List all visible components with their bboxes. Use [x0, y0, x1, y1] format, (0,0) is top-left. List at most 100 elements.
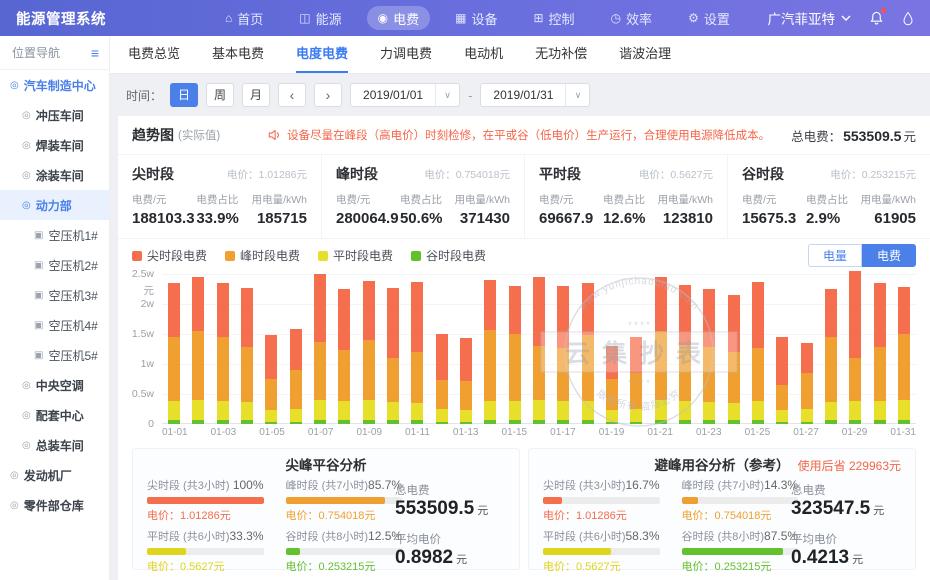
sidebar-item[interactable]: ◎中央空调 [0, 370, 109, 400]
bar-segment [484, 280, 496, 330]
nav-item[interactable]: ⌂首页 [214, 6, 274, 30]
legend-item[interactable]: 平时段电费 [318, 247, 393, 264]
bar-segment [192, 400, 204, 420]
granularity-button[interactable]: 日 [170, 83, 198, 107]
granularity-button[interactable]: 周 [206, 83, 234, 107]
bar[interactable] [527, 274, 551, 424]
bar[interactable] [722, 274, 746, 424]
bar[interactable] [697, 274, 721, 424]
bar[interactable] [624, 274, 648, 424]
sidebar-item[interactable]: ◎冲压车间 [0, 100, 109, 130]
tab[interactable]: 电度电费 [296, 36, 348, 73]
x-axis-label: 01-01 [162, 427, 188, 438]
tab[interactable]: 电费总览 [128, 36, 180, 73]
sidebar-item[interactable]: ◎发动机厂 [0, 460, 109, 490]
legend-item[interactable]: 谷时段电费 [411, 247, 486, 264]
sidebar-item[interactable]: ◎配套中心 [0, 400, 109, 430]
sidebar-item[interactable]: ▣空压机3# [0, 280, 109, 310]
bar-stack [703, 289, 715, 424]
metric: 用电量/kWh61905 [857, 192, 916, 227]
nav-item[interactable]: ◷效率 [600, 6, 664, 30]
bar[interactable] [308, 274, 332, 424]
bar[interactable] [211, 274, 235, 424]
tab[interactable]: 谐波治理 [619, 36, 671, 73]
pin-icon: ◎ [22, 440, 31, 451]
bar[interactable] [381, 274, 405, 424]
prev-period-button[interactable]: ‹ [278, 83, 306, 107]
bar[interactable] [259, 274, 283, 424]
bar[interactable] [770, 274, 794, 424]
bar[interactable] [576, 274, 600, 424]
sidebar-item[interactable]: ◎涂装车间 [0, 160, 109, 190]
collapse-icon[interactable]: ≡ [91, 45, 99, 61]
fee-icon: ◉ [378, 11, 388, 25]
legend-item[interactable]: 尖时段电费 [132, 247, 207, 264]
sidebar-item-label: 零件部仓库 [24, 497, 84, 514]
bar[interactable] [503, 274, 527, 424]
nav-item[interactable]: ▦设备 [444, 6, 508, 30]
company-dropdown[interactable]: 广汽菲亚特 [768, 8, 852, 28]
bar-stack [533, 277, 545, 424]
sidebar-item[interactable]: ▣空压机4# [0, 310, 109, 340]
nav-item[interactable]: ◫能源 [288, 6, 352, 30]
toggle-option[interactable]: 电量 [808, 244, 862, 267]
nav-item[interactable]: ⊞控制 [522, 6, 585, 30]
bar[interactable] [284, 274, 308, 424]
sidebar-item[interactable]: ▣空压机2# [0, 250, 109, 280]
bar-segment [217, 337, 229, 401]
bar[interactable] [819, 274, 843, 424]
sidebar-item[interactable]: ◎动力部 [0, 190, 109, 220]
sidebar-item[interactable]: ◎汽车制造中心 [0, 70, 109, 100]
bar[interactable] [843, 274, 867, 424]
bar-stack [849, 271, 861, 424]
water-drop-button[interactable] [902, 11, 914, 26]
sidebar-item[interactable]: ◎总装车间 [0, 430, 109, 460]
bar[interactable] [357, 274, 381, 424]
bar[interactable] [551, 274, 575, 424]
metric-label: 电费/元 [336, 192, 400, 207]
notifications-button[interactable] [869, 10, 884, 26]
end-date-picker[interactable]: 2019/01/31 ∨ [480, 83, 590, 107]
bar[interactable] [673, 274, 697, 424]
period-metrics: 电费/元69667.9电费占比12.6%用电量/kWh123810 [539, 192, 713, 227]
bar[interactable] [795, 274, 819, 424]
sidebar-item[interactable]: ◎零件部仓库 [0, 490, 109, 520]
bar[interactable] [186, 274, 210, 424]
tab[interactable]: 力调电费 [380, 36, 432, 73]
bar[interactable] [892, 274, 916, 424]
bar-segment [898, 420, 910, 424]
bar[interactable] [478, 274, 502, 424]
bar[interactable] [235, 274, 259, 424]
bar[interactable] [454, 274, 478, 424]
bar[interactable] [430, 274, 454, 424]
bar[interactable] [746, 274, 770, 424]
trend-bar-chart[interactable]: 2.5w2w1.5w1w0.5w0元 [118, 270, 930, 440]
x-axis-label: 01-17 [550, 427, 576, 438]
sidebar-item[interactable]: ▣空压机5# [0, 340, 109, 370]
metric-label: 用电量/kWh [248, 192, 307, 207]
analysis-row-price: 电价：0.754018元 [682, 507, 799, 523]
bar-stack [655, 277, 667, 424]
tab[interactable]: 电动机 [464, 36, 503, 73]
sidebar-item[interactable]: ◎焊装车间 [0, 130, 109, 160]
nav-item[interactable]: ◉电费 [367, 6, 431, 30]
toggle-option[interactable]: 电费 [862, 244, 916, 267]
granularity-button[interactable]: 月 [242, 83, 270, 107]
start-date-picker[interactable]: 2019/01/01 ∨ [350, 83, 460, 107]
tab[interactable]: 无功补偿 [535, 36, 587, 73]
next-period-button[interactable]: › [314, 83, 342, 107]
legend-item[interactable]: 峰时段电费 [225, 247, 300, 264]
period-name: 峰时段 [336, 164, 378, 184]
bar-segment [387, 420, 399, 424]
sidebar-item[interactable]: ▣空压机1# [0, 220, 109, 250]
bar-segment [582, 420, 594, 424]
nav-item[interactable]: ⚙设置 [677, 6, 741, 30]
bar[interactable] [405, 274, 429, 424]
tab[interactable]: 基本电费 [212, 36, 264, 73]
bar[interactable] [332, 274, 356, 424]
bar[interactable] [600, 274, 624, 424]
bar[interactable] [868, 274, 892, 424]
bar[interactable] [162, 274, 186, 424]
period-card: 谷时段电价：0.253215元电费/元15675.3电费占比2.9%用电量/kW… [727, 155, 930, 238]
bar[interactable] [649, 274, 673, 424]
